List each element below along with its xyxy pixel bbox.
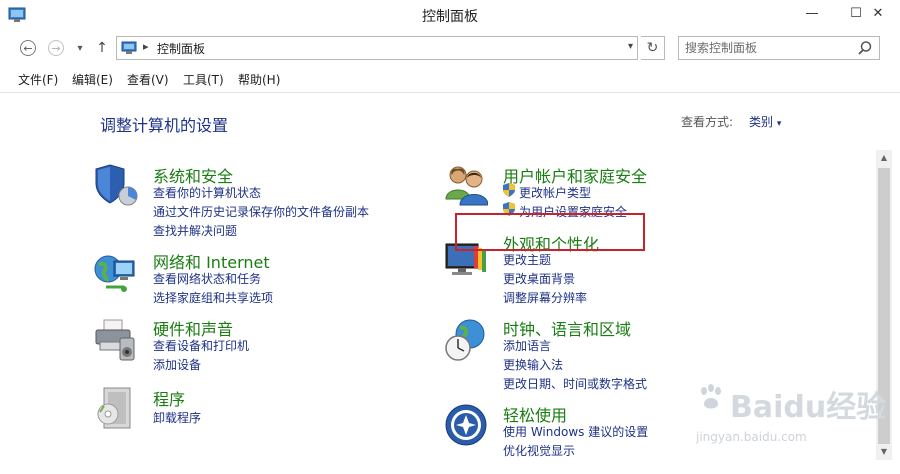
network-globe-icon xyxy=(94,255,135,292)
link-recommended-settings[interactable]: 使用 Windows 建议的设置 xyxy=(503,423,648,440)
view-by-label: 查看方式: xyxy=(681,115,734,129)
link-change-date-time-format[interactable]: 更改日期、时间或数字格式 xyxy=(503,375,647,392)
watermark-url: jingyan.baidu.com xyxy=(696,430,807,444)
highlight-annotation-box xyxy=(455,213,645,251)
link-add-device[interactable]: 添加设备 xyxy=(153,356,201,373)
up-button[interactable]: ↑ xyxy=(92,38,112,58)
menu-tools[interactable]: 工具(T) xyxy=(183,71,224,88)
forward-button[interactable]: → xyxy=(46,38,66,58)
link-optimize-visual-display[interactable]: 优化视觉显示 xyxy=(503,442,575,459)
breadcrumb-separator-icon: ▸ xyxy=(143,40,149,53)
window-title: 控制面板 xyxy=(422,9,478,25)
watermark-brand: Baidu经验 xyxy=(730,390,887,425)
search-input[interactable] xyxy=(685,39,845,57)
link-file-history-backup[interactable]: 通过文件历史记录保存你的文件备份副本 xyxy=(153,203,369,220)
link-adjust-resolution[interactable]: 调整屏幕分辨率 xyxy=(503,289,587,306)
address-bar[interactable]: ▸ 控制面板 ▾ xyxy=(116,36,638,60)
link-uninstall-program[interactable]: 卸载程序 xyxy=(153,409,201,426)
menu-edit[interactable]: 编辑(E) xyxy=(72,71,113,88)
hardware-printer-icon xyxy=(95,319,135,361)
programs-box-icon xyxy=(97,387,131,429)
baidu-jingyan-watermark: Baidu经验 jingyan.baidu.com xyxy=(690,378,890,468)
page-title: 调整计算机的设置 xyxy=(100,116,229,135)
menu-view[interactable]: 查看(V) xyxy=(127,71,169,88)
menu-help[interactable]: 帮助(H) xyxy=(238,71,280,88)
menu-file[interactable]: 文件(F) xyxy=(18,71,58,88)
refresh-icon: ↻ xyxy=(646,40,659,56)
minimize-button[interactable]: — xyxy=(790,0,834,26)
ease-of-access-icon xyxy=(445,404,487,446)
search-icon[interactable] xyxy=(857,40,873,56)
search-box[interactable] xyxy=(678,36,880,60)
link-view-network-status[interactable]: 查看网络状态和任务 xyxy=(153,270,261,287)
back-arrow-icon: ← xyxy=(20,40,36,56)
title-bar: 控制面板 — ☐ ✕ xyxy=(0,0,900,32)
address-dropdown-icon[interactable]: ▾ xyxy=(628,41,633,52)
view-by-value: 类别 xyxy=(749,115,774,129)
category-programs[interactable]: 程序 xyxy=(153,386,185,410)
link-change-desktop-background[interactable]: 更改桌面背景 xyxy=(503,270,575,287)
link-devices-printers[interactable]: 查看设备和打印机 xyxy=(153,337,249,354)
user-accounts-icon xyxy=(445,166,488,206)
link-view-computer-status[interactable]: 查看你的计算机状态 xyxy=(153,184,261,201)
close-icon: ✕ xyxy=(872,5,884,21)
baidu-paw-icon xyxy=(701,384,721,409)
link-change-account-type[interactable]: 更改帐户类型 xyxy=(519,184,591,201)
forward-arrow-icon: → xyxy=(48,40,64,56)
control-panel-icon xyxy=(121,41,137,54)
link-change-theme[interactable]: 更改主题 xyxy=(503,251,551,268)
refresh-button[interactable]: ↻ xyxy=(641,36,665,60)
menu-bar: 文件(F) 编辑(E) 查看(V) 工具(T) 帮助(H) xyxy=(0,66,900,93)
view-by-dropdown[interactable]: 类别 ▾ xyxy=(749,113,781,130)
uac-shield-icon xyxy=(503,183,515,197)
breadcrumb-control-panel[interactable]: 控制面板 xyxy=(157,40,205,57)
link-change-input-method[interactable]: 更换输入法 xyxy=(503,356,563,373)
close-button[interactable]: ✕ xyxy=(856,0,900,26)
chevron-down-icon: ▾ xyxy=(776,119,782,129)
link-homegroup-sharing[interactable]: 选择家庭组和共享选项 xyxy=(153,289,273,306)
clock-globe-icon xyxy=(445,319,485,361)
link-troubleshoot[interactable]: 查找并解决问题 xyxy=(153,222,237,239)
link-add-language[interactable]: 添加语言 xyxy=(503,337,551,354)
system-security-shield-icon xyxy=(95,164,138,206)
recent-locations-button[interactable]: ▾ xyxy=(70,38,90,58)
back-button[interactable]: ← xyxy=(18,38,38,58)
scroll-up-button[interactable]: ▲ xyxy=(876,150,892,166)
